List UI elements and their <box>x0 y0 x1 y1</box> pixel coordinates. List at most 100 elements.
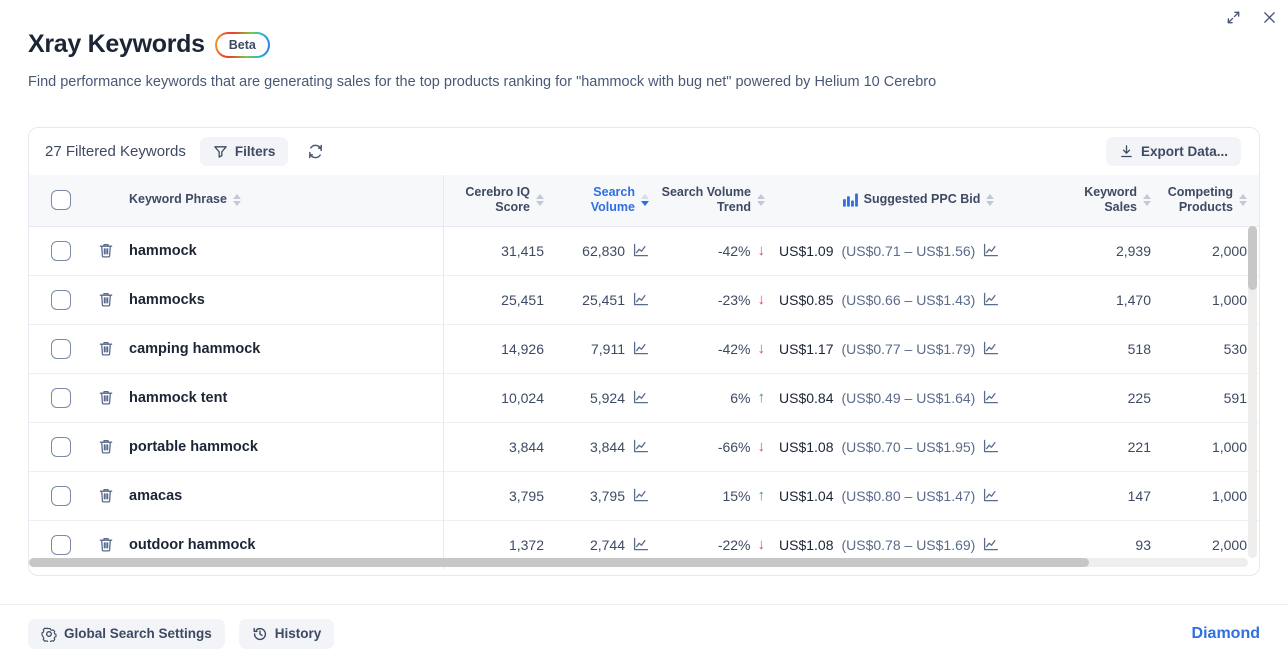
cell-keyword-phrase: hammocks <box>127 274 443 324</box>
line-chart-icon[interactable] <box>983 390 999 405</box>
sort-icon-cerebro-iq-score[interactable] <box>536 194 544 207</box>
trash-icon[interactable] <box>85 487 127 504</box>
trash-icon[interactable] <box>85 389 127 406</box>
arrow-down-icon: ↓ <box>757 340 766 357</box>
cell-search-volume-trend: -66% ↓ <box>661 421 777 471</box>
window-controls <box>1222 0 1280 34</box>
row-checkbox[interactable] <box>51 436 71 457</box>
cell-search-volume-trend: -23% ↓ <box>661 274 777 324</box>
header-search-volume[interactable]: Search Volume <box>556 175 661 227</box>
plan-badge[interactable]: Diamond <box>1192 625 1260 643</box>
table-row[interactable]: hammocks 25,451 25,451 -23% ↓ US$0.85 (US$0.66… <box>29 274 1259 324</box>
sort-icon-search-volume-trend[interactable] <box>757 194 765 207</box>
keyword-phrase-text: hammocks <box>129 292 205 308</box>
table-header: Keyword Phrase Cerebro IQ Score Search V… <box>29 175 1259 227</box>
ppc-bid-range: (US$0.70 – US$1.95) <box>841 438 976 455</box>
header-cerebro-iq-score-label: Cerebro IQ Score <box>465 184 530 215</box>
table-row[interactable]: hammock 31,415 62,830 -42% ↓ US$1.09 (US$0.71 … <box>29 226 1259 275</box>
search-volume-text: 62,830 <box>582 242 625 259</box>
row-delete-cell <box>85 372 127 422</box>
beta-badge: Beta <box>214 31 270 58</box>
cell-keyword-sales: 221 <box>1060 421 1163 471</box>
sort-icon-keyword-sales[interactable] <box>1143 194 1151 207</box>
trash-icon[interactable] <box>85 291 127 308</box>
row-checkbox[interactable] <box>51 289 71 310</box>
row-checkbox[interactable] <box>51 338 71 359</box>
header-cerebro-iq-score[interactable]: Cerebro IQ Score <box>442 175 556 227</box>
ppc-bid-value: US$0.85 <box>779 291 834 308</box>
line-chart-icon[interactable] <box>983 537 999 552</box>
table-row[interactable]: portable hammock 3,844 3,844 -66% ↓ US$1.08 (U… <box>29 421 1259 471</box>
export-data-button[interactable]: Export Data... <box>1105 137 1241 166</box>
line-chart-icon[interactable] <box>983 439 999 454</box>
history-icon <box>252 626 268 642</box>
trash-icon[interactable] <box>85 242 127 259</box>
header-competing-products[interactable]: Competing Products <box>1163 175 1259 227</box>
row-checkbox[interactable] <box>51 485 71 506</box>
line-chart-icon[interactable] <box>983 488 999 503</box>
header-search-volume-trend[interactable]: Search Volume Trend <box>661 175 777 227</box>
close-icon[interactable] <box>1258 6 1280 28</box>
header-suggested-ppc-bid[interactable]: Suggested PPC Bid <box>777 175 1060 227</box>
keyword-phrase-text: hammock <box>129 243 197 259</box>
line-chart-icon[interactable] <box>633 243 649 258</box>
header-keyword-phrase[interactable]: Keyword Phrase <box>127 175 443 227</box>
horizontal-scrollbar[interactable] <box>29 558 1248 567</box>
header-keyword-sales[interactable]: Keyword Sales <box>1060 175 1163 227</box>
horizontal-scrollbar-thumb[interactable] <box>29 558 1089 567</box>
row-checkbox[interactable] <box>51 534 71 555</box>
line-chart-icon[interactable] <box>633 439 649 454</box>
ppc-bid-range: (US$0.71 – US$1.56) <box>841 242 976 259</box>
sort-icon-keyword-phrase[interactable] <box>232 194 241 207</box>
line-chart-icon[interactable] <box>983 292 999 307</box>
vertical-scrollbar-thumb[interactable] <box>1248 226 1257 290</box>
ppc-bid-value: US$1.09 <box>779 242 834 259</box>
page-title: Xray Keywords <box>28 30 205 58</box>
arrow-down-icon: ↓ <box>757 242 766 259</box>
row-checkbox[interactable] <box>51 240 71 261</box>
cell-cerebro-iq-score: 31,415 <box>442 226 556 275</box>
cell-search-volume-trend: 6% ↑ <box>661 372 777 422</box>
history-button[interactable]: History <box>238 618 335 649</box>
line-chart-icon[interactable] <box>633 292 649 307</box>
line-chart-icon[interactable] <box>983 341 999 356</box>
sort-icon-search-volume[interactable] <box>641 194 649 207</box>
title-row: Xray Keywords Beta <box>28 30 1260 59</box>
cell-keyword-sales: 225 <box>1060 372 1163 422</box>
refresh-icon <box>307 143 324 160</box>
table-row[interactable]: hammock tent 10,024 5,924 6% ↑ US$0.84 (US$0.4… <box>29 372 1259 422</box>
header-search-volume-label: Search Volume <box>590 184 635 215</box>
row-select-cell <box>29 274 85 324</box>
trash-icon[interactable] <box>85 340 127 357</box>
cell-cerebro-iq-score: 14,926 <box>442 323 556 373</box>
line-chart-icon[interactable] <box>633 390 649 405</box>
keyword-phrase-text: amacas <box>129 488 183 504</box>
trash-icon[interactable] <box>85 536 127 553</box>
row-checkbox[interactable] <box>51 387 71 408</box>
trash-icon[interactable] <box>85 438 127 455</box>
select-all-checkbox[interactable] <box>51 190 71 211</box>
line-chart-icon[interactable] <box>633 488 649 503</box>
ppc-bid-range: (US$0.66 – US$1.43) <box>841 291 976 308</box>
search-volume-text: 3,844 <box>589 438 625 455</box>
cell-competing-products: 1,000 <box>1163 421 1259 471</box>
search-volume-trend-text: -42% <box>717 242 751 259</box>
header-keyword-sales-label: Keyword Sales <box>1084 184 1137 215</box>
line-chart-icon[interactable] <box>633 341 649 356</box>
search-volume-text: 7,911 <box>591 340 625 357</box>
table-row[interactable]: camping hammock 14,926 7,911 -42% ↓ US$1.17 (U… <box>29 323 1259 373</box>
header-competing-products-label: Competing Products <box>1167 184 1233 215</box>
table-row[interactable]: amacas 3,795 3,795 15% ↑ US$1.04 (US$0.80 – US… <box>29 470 1259 520</box>
line-chart-icon[interactable] <box>983 243 999 258</box>
sort-icon-suggested-ppc-bid[interactable] <box>986 194 995 207</box>
expand-icon[interactable] <box>1222 6 1244 28</box>
vertical-scrollbar[interactable] <box>1248 226 1257 558</box>
sort-icon-competing-products[interactable] <box>1239 194 1247 207</box>
cell-suggested-ppc-bid: US$1.08 (US$0.70 – US$1.95) <box>777 421 1060 471</box>
ppc-bid-value: US$1.08 <box>779 438 834 455</box>
xray-keywords-window: Xray Keywords Beta Find performance keyw… <box>0 0 1288 662</box>
line-chart-icon[interactable] <box>633 537 649 552</box>
global-search-settings-button[interactable]: Global Search Settings <box>28 618 225 649</box>
refresh-button[interactable] <box>302 139 328 165</box>
filters-button[interactable]: Filters <box>199 137 289 166</box>
